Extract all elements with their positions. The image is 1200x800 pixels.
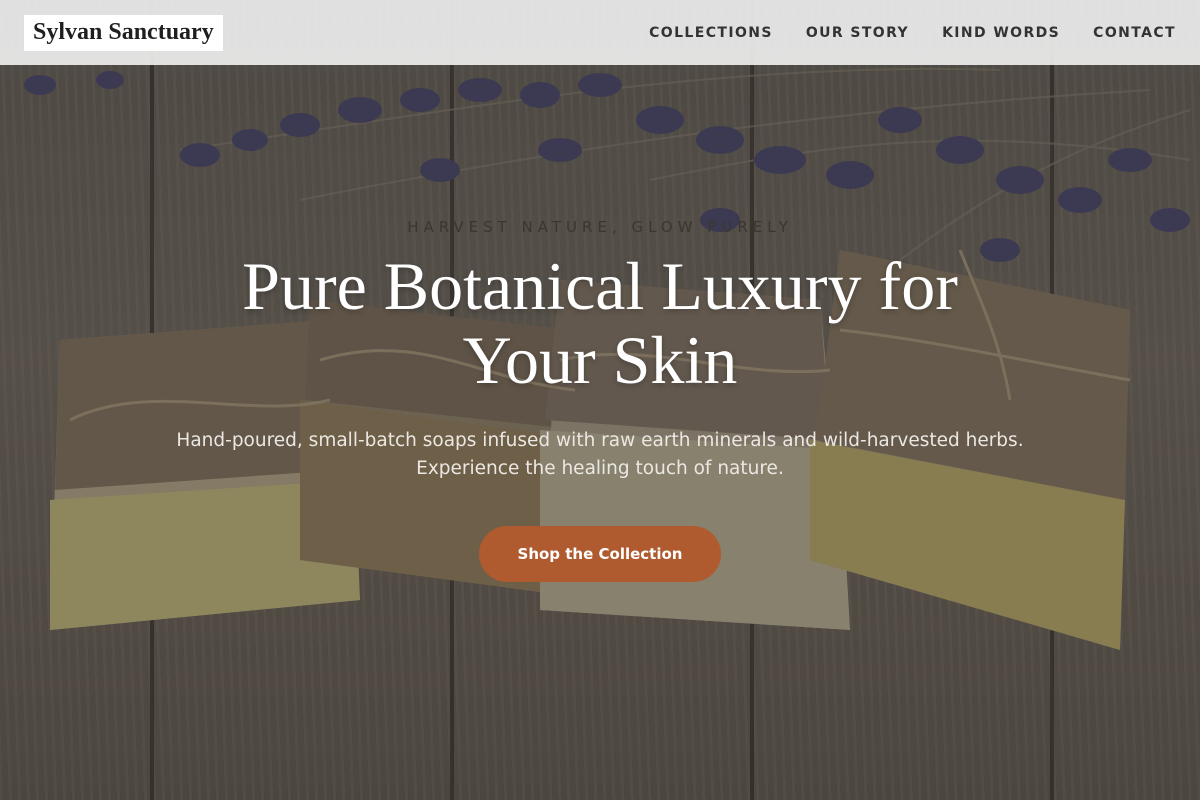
nav-link-kind-words[interactable]: KIND WORDS [942, 25, 1060, 41]
hero-content: HARVEST NATURE, GLOW PURELY Pure Botanic… [0, 218, 1200, 582]
brand-logo[interactable]: Sylvan Sanctuary [24, 14, 223, 51]
hero-subhead: Hand-poured, small-batch soaps infused w… [176, 430, 1024, 479]
nav-link-our-story[interactable]: OUR STORY [806, 25, 909, 41]
nav-link-collections[interactable]: COLLECTIONS [649, 25, 773, 41]
shop-collection-button[interactable]: Shop the Collection [479, 526, 721, 582]
main-nav: COLLECTIONS OUR STORY KIND WORDS CONTACT [616, 25, 1176, 41]
hero-eyebrow: HARVEST NATURE, GLOW PURELY [407, 218, 793, 236]
nav-link-contact[interactable]: CONTACT [1093, 25, 1176, 41]
hero-headline: Pure Botanical Luxury for Your Skin [242, 248, 958, 398]
top-navbar: Sylvan Sanctuary COLLECTIONS OUR STORY K… [0, 0, 1200, 65]
hero-section: HARVEST NATURE, GLOW PURELY Pure Botanic… [0, 0, 1200, 800]
